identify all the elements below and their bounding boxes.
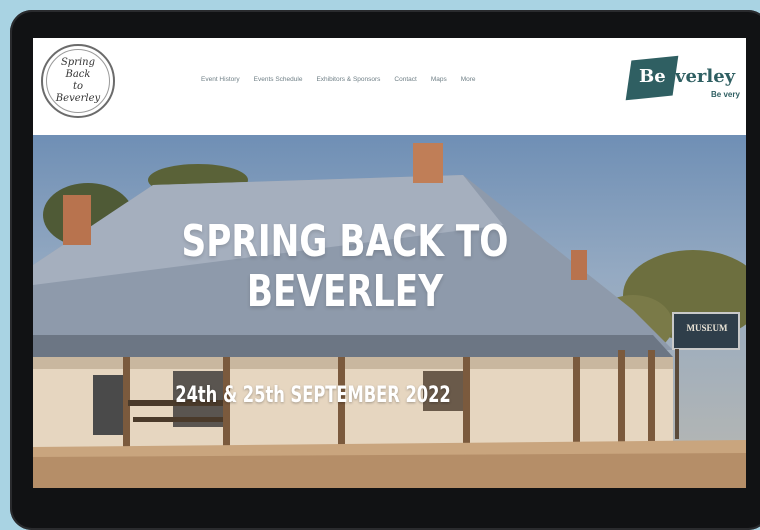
hero-date: 24th & 25th SEPTEMBER 2022 xyxy=(175,383,451,408)
nav-event-history[interactable]: Event History xyxy=(201,76,240,83)
logo-line-2: to Beverley xyxy=(55,81,101,104)
logo-text: Spring Back to Beverley xyxy=(51,57,105,105)
nav-exhibitors-sponsors[interactable]: Exhibitors & Sponsors xyxy=(316,76,380,83)
brand-tagline: Be very xyxy=(711,90,740,99)
hero-title-line-1: SPRING BACK TO xyxy=(181,216,509,267)
hero-title: SPRING BACK TO BEVERLEY xyxy=(102,217,589,317)
beverley-brand-logo[interactable]: Be verley Be very xyxy=(625,55,746,108)
nav-more[interactable]: More xyxy=(461,76,476,83)
brand-name: verley xyxy=(675,66,736,87)
main-nav: Event History Events Schedule Exhibitors… xyxy=(201,76,490,83)
nav-contact[interactable]: Contact xyxy=(394,76,416,83)
nav-events-schedule[interactable]: Events Schedule xyxy=(254,76,303,83)
brand-be: Be xyxy=(639,66,666,87)
site-logo[interactable]: Spring Back to Beverley xyxy=(41,44,115,118)
nav-maps[interactable]: Maps xyxy=(431,76,447,83)
browser-screen: Spring Back to Beverley Event History Ev… xyxy=(33,38,746,488)
museum-sign-text: MUSEUM xyxy=(686,323,728,333)
hero-title-line-2: BEVERLEY xyxy=(246,266,444,317)
hero-banner: MUSEUM SPRING BACK TO BEVERLEY 24th & 25… xyxy=(33,135,746,488)
site-header: Spring Back to Beverley Event History Ev… xyxy=(33,38,746,135)
logo-line-1: Spring Back xyxy=(60,57,96,80)
